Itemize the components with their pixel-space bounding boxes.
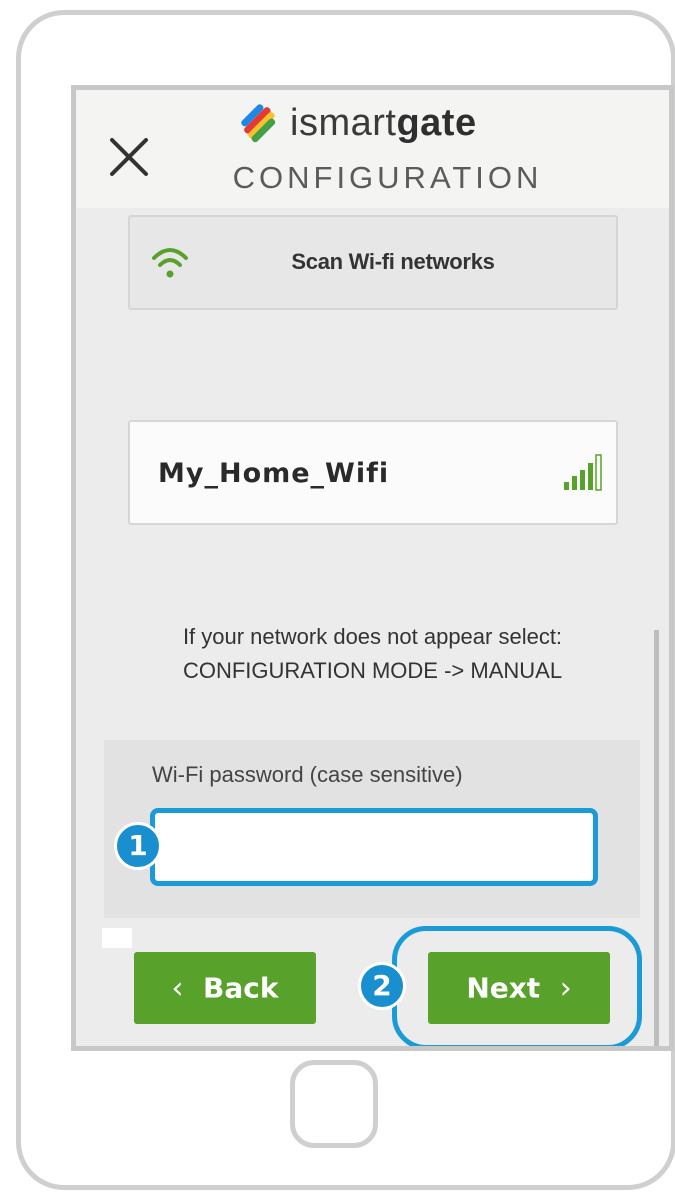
password-input[interactable] (150, 808, 598, 886)
help-line-2: CONFIGURATION MODE -> MANUAL (182, 658, 563, 683)
brand-logo: ismartgate (238, 100, 477, 146)
network-item[interactable]: My_Home_Wifi (128, 420, 618, 525)
brand-name: ismartgate (290, 101, 477, 144)
back-button[interactable]: ‹ Back (134, 952, 316, 1024)
back-label: Back (203, 971, 279, 1005)
next-highlight-ring (392, 926, 642, 1046)
password-panel: Wi-Fi password (case sensitive) (104, 740, 640, 918)
scan-wifi-button[interactable]: Scan Wi-fi networks (128, 215, 618, 310)
signal-strength-icon (564, 454, 602, 491)
page-title: CONFIGURATION (232, 160, 543, 195)
help-line-1: If your network does not appear select: (182, 624, 563, 649)
app-screen: ismartgate CONFIGURATION Scan Wi-fi netw… (71, 85, 674, 1051)
help-text: If your network does not appear select: … (76, 620, 669, 688)
scan-wifi-label: Scan Wi-fi networks (291, 249, 495, 274)
scrollbar[interactable] (654, 630, 659, 1046)
home-button[interactable] (290, 1060, 378, 1148)
network-name: My_Home_Wifi (158, 458, 390, 489)
header: ismartgate CONFIGURATION (76, 90, 669, 208)
logo-icon (241, 104, 276, 143)
phone-frame: ismartgate CONFIGURATION Scan Wi-fi netw… (16, 10, 675, 1190)
callout-badge-1: 1 (114, 822, 162, 870)
spacer (102, 928, 132, 948)
callout-badge-2: 2 (358, 962, 406, 1010)
password-label: Wi-Fi password (case sensitive) (152, 762, 463, 787)
chevron-left-icon: ‹ (171, 970, 184, 1006)
